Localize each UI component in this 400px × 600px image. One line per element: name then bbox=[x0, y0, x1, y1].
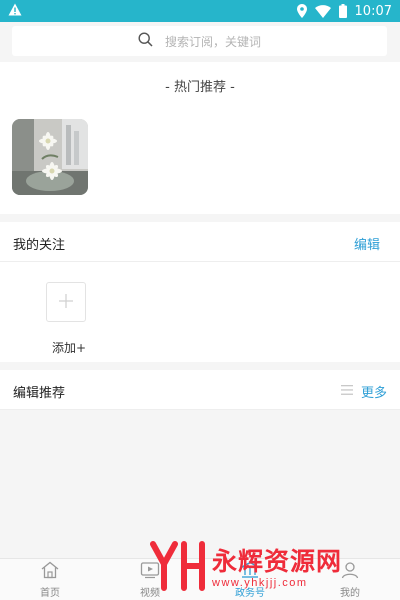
bottom-tab-bar: 首页 视频 政务号 我的 bbox=[0, 558, 400, 600]
tab-home-label: 首页 bbox=[40, 587, 60, 599]
my-follow-section: 我的关注 编辑 添加+ bbox=[0, 222, 400, 362]
battery-icon bbox=[338, 4, 347, 18]
tab-government-label: 政务号 bbox=[235, 587, 265, 599]
tab-video[interactable]: 视频 bbox=[100, 559, 200, 600]
tab-government[interactable]: 政务号 bbox=[200, 559, 300, 600]
editor-recommend-header: 编辑推荐 更多 bbox=[0, 370, 400, 410]
my-follow-header: 我的关注 编辑 bbox=[0, 222, 400, 262]
tab-video-label: 视频 bbox=[140, 587, 160, 599]
list-icon bbox=[340, 384, 353, 399]
tab-home[interactable]: 首页 bbox=[0, 559, 100, 600]
editor-recommend-title: 编辑推荐 bbox=[13, 386, 66, 401]
search-area: 搜索订阅，关键词 bbox=[0, 22, 400, 62]
wifi-icon bbox=[314, 4, 331, 18]
hot-recommend-title: - 热门推荐 - bbox=[165, 80, 235, 95]
my-follow-title: 我的关注 bbox=[13, 238, 66, 253]
hot-recommend-section: - 热门推荐 - bbox=[0, 62, 400, 214]
user-icon bbox=[340, 561, 360, 583]
tab-mine-label: 我的 bbox=[340, 587, 360, 599]
more-button[interactable]: 更多 bbox=[340, 382, 387, 401]
government-icon bbox=[239, 561, 261, 583]
search-input[interactable]: 搜索订阅，关键词 bbox=[12, 26, 387, 56]
video-icon bbox=[140, 561, 160, 583]
search-placeholder: 搜索订阅，关键词 bbox=[164, 34, 261, 49]
edit-follow-button[interactable]: 编辑 bbox=[354, 234, 380, 253]
search-icon bbox=[138, 31, 153, 51]
warning-icon bbox=[8, 3, 22, 20]
status-bar: 10:07 bbox=[0, 0, 400, 22]
home-icon bbox=[40, 561, 60, 583]
plus-icon bbox=[59, 293, 73, 312]
add-follow-button[interactable] bbox=[46, 282, 86, 322]
add-follow-label: 添加+ bbox=[52, 341, 87, 355]
tab-mine[interactable]: 我的 bbox=[300, 559, 400, 600]
hot-item-thumbnail[interactable] bbox=[12, 119, 88, 195]
location-icon bbox=[296, 4, 307, 18]
more-label: 更多 bbox=[360, 386, 387, 401]
status-time: 10:07 bbox=[354, 3, 392, 19]
